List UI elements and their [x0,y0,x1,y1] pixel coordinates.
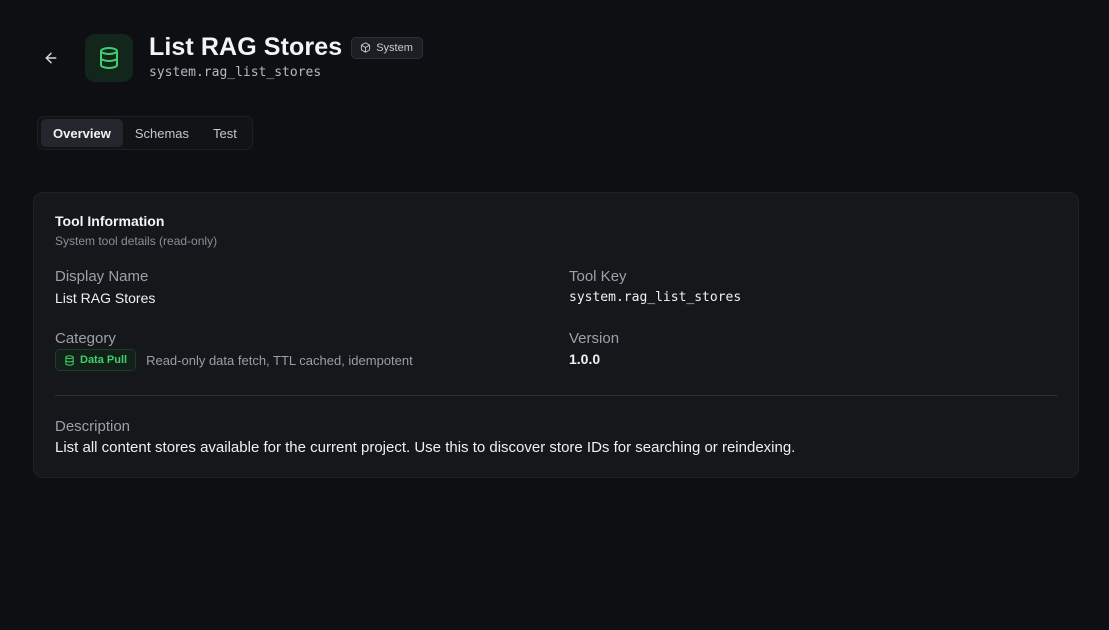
cube-icon [361,42,371,53]
database-icon [100,47,118,69]
tool-key-value: system.rag_list_stores [569,290,742,305]
description-label: Description [55,418,131,435]
category-label: Category [55,330,116,347]
tool-detail-page: List RAG Stores System system.rag_list_s… [0,0,1109,630]
display-name-label: Display Name [55,268,149,285]
tab-test[interactable]: Test [201,119,249,147]
database-icon [65,354,74,366]
title-row: List RAG Stores System [149,33,423,62]
display-name-value: List RAG Stores [55,290,156,306]
description-value: List all content stores available for th… [55,439,796,456]
tab-bar: Overview Schemas Test [37,116,253,150]
tool-information-card: Tool Information System tool details (re… [33,192,1079,478]
system-badge: System [351,36,423,59]
divider [55,395,1058,396]
page-title: List RAG Stores [149,33,343,61]
category-row: Data Pull Read-only data fetch, TTL cach… [55,349,413,371]
arrow-left-icon [45,52,57,64]
version-label: Version [569,330,620,347]
system-badge-label: System [376,41,413,54]
tool-key-subtitle: system.rag_list_stores [149,65,322,80]
category-badge: Data Pull [55,349,137,371]
version-value: 1.0.0 [569,351,601,367]
category-description: Read-only data fetch, TTL cached, idempo… [146,352,413,368]
tool-key-label: Tool Key [569,268,627,285]
back-button[interactable] [40,47,62,69]
tool-icon-tile [85,34,133,82]
tab-schemas[interactable]: Schemas [123,119,201,147]
category-badge-label: Data Pull [80,354,128,366]
card-title: Tool Information [55,213,165,229]
tab-overview[interactable]: Overview [41,119,123,147]
card-subtitle: System tool details (read-only) [55,234,218,248]
